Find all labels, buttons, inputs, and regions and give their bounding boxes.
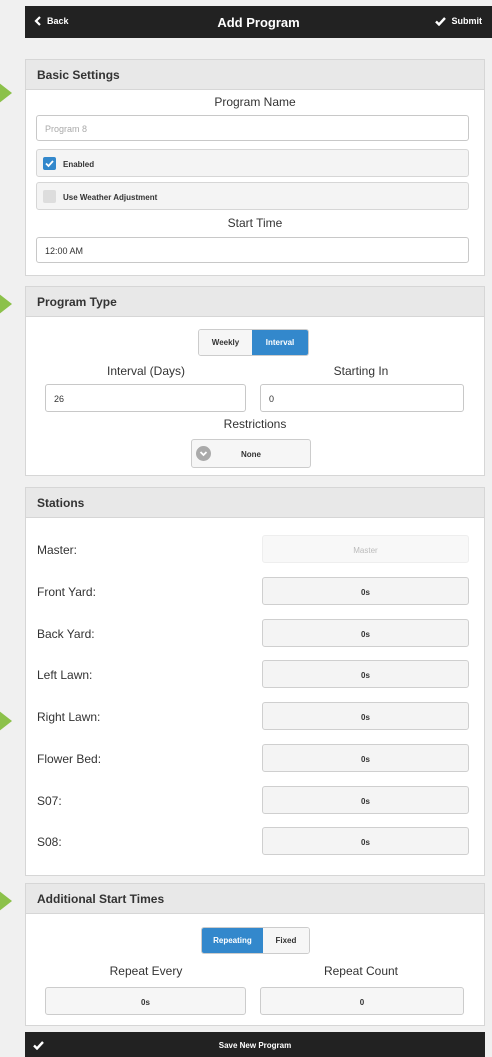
program-type-section: Program Type Weekly Interval Interval (D… [25,286,485,476]
enabled-toggle[interactable]: Enabled [36,149,469,177]
enabled-label: Enabled [63,160,95,169]
station-duration-button: Master [262,535,469,563]
repeat-every-button[interactable]: 0s [45,987,246,1015]
submit-label: Submit [451,16,483,26]
repeating-option[interactable]: Repeating [202,928,263,953]
check-icon [45,160,54,168]
check-icon [434,16,446,26]
starting-in-label: Starting In [333,364,389,378]
annotation-arrow [0,890,12,912]
starting-in-input[interactable]: 0 [260,384,464,412]
station-label: S07: [37,794,62,808]
restrictions-value: None [241,450,261,459]
section-heading: Additional Start Times [26,884,484,914]
enabled-checkbox[interactable] [43,157,56,170]
start-time-label: Start Time [227,216,283,230]
annotation-arrow [0,293,12,315]
fixed-option[interactable]: Fixed [262,928,309,953]
weather-adjustment-toggle[interactable]: Use Weather Adjustment [36,182,469,210]
program-name-label: Program Name [214,95,296,109]
program-name-input[interactable]: Program 8 [36,115,469,141]
weekly-option[interactable]: Weekly [199,330,253,355]
repeat-count-label: Repeat Count [323,964,399,978]
station-label: Back Yard: [37,627,95,641]
page-title: Add Program [217,15,300,30]
program-type-toggle: Weekly Interval [198,329,309,356]
save-label: Save New Program [218,1041,292,1050]
save-new-program-button[interactable]: Save New Program [25,1032,485,1057]
chevron-down-icon [196,446,211,461]
station-label: Flower Bed: [37,752,102,766]
stations-section: Stations Master: Master Front Yard: 0s B… [25,487,485,876]
start-times-mode-toggle: Repeating Fixed [201,927,310,954]
additional-start-times-section: Additional Start Times Repeating Fixed R… [25,883,485,1026]
weather-label: Use Weather Adjustment [63,193,158,202]
station-duration-button[interactable]: 0s [262,660,469,688]
section-heading: Basic Settings [26,60,484,90]
station-label: Left Lawn: [37,668,93,682]
start-time-input[interactable]: 12:00 AM [36,237,469,263]
basic-settings-section: Basic Settings Program Name Program 8 En… [25,59,485,276]
submit-button[interactable]: Submit [434,16,483,26]
interval-days-input[interactable]: 26 [45,384,246,412]
station-label: S08: [37,835,62,849]
interval-days-label: Interval (Days) [106,364,186,378]
interval-option[interactable]: Interval [252,330,308,355]
annotation-arrow [0,710,12,732]
station-label: Front Yard: [37,585,96,599]
station-duration-button[interactable]: 0s [262,786,469,814]
restrictions-select[interactable]: None [191,439,311,468]
section-heading: Stations [26,488,484,518]
annotation-arrow [0,82,12,104]
station-label: Master: [37,543,78,557]
station-duration-button[interactable]: 0s [262,702,469,730]
station-duration-button[interactable]: 0s [262,577,469,605]
station-label: Right Lawn: [37,710,101,724]
station-duration-button[interactable]: 0s [262,619,469,647]
restrictions-label: Restrictions [223,417,287,431]
app-header: Back Add Program Submit [25,6,492,38]
repeat-every-label: Repeat Every [109,964,183,978]
weather-checkbox[interactable] [43,190,56,203]
repeat-count-button[interactable]: 0 [260,987,464,1015]
station-duration-button[interactable]: 0s [262,744,469,772]
section-heading: Program Type [26,287,484,317]
station-duration-button[interactable]: 0s [262,827,469,855]
